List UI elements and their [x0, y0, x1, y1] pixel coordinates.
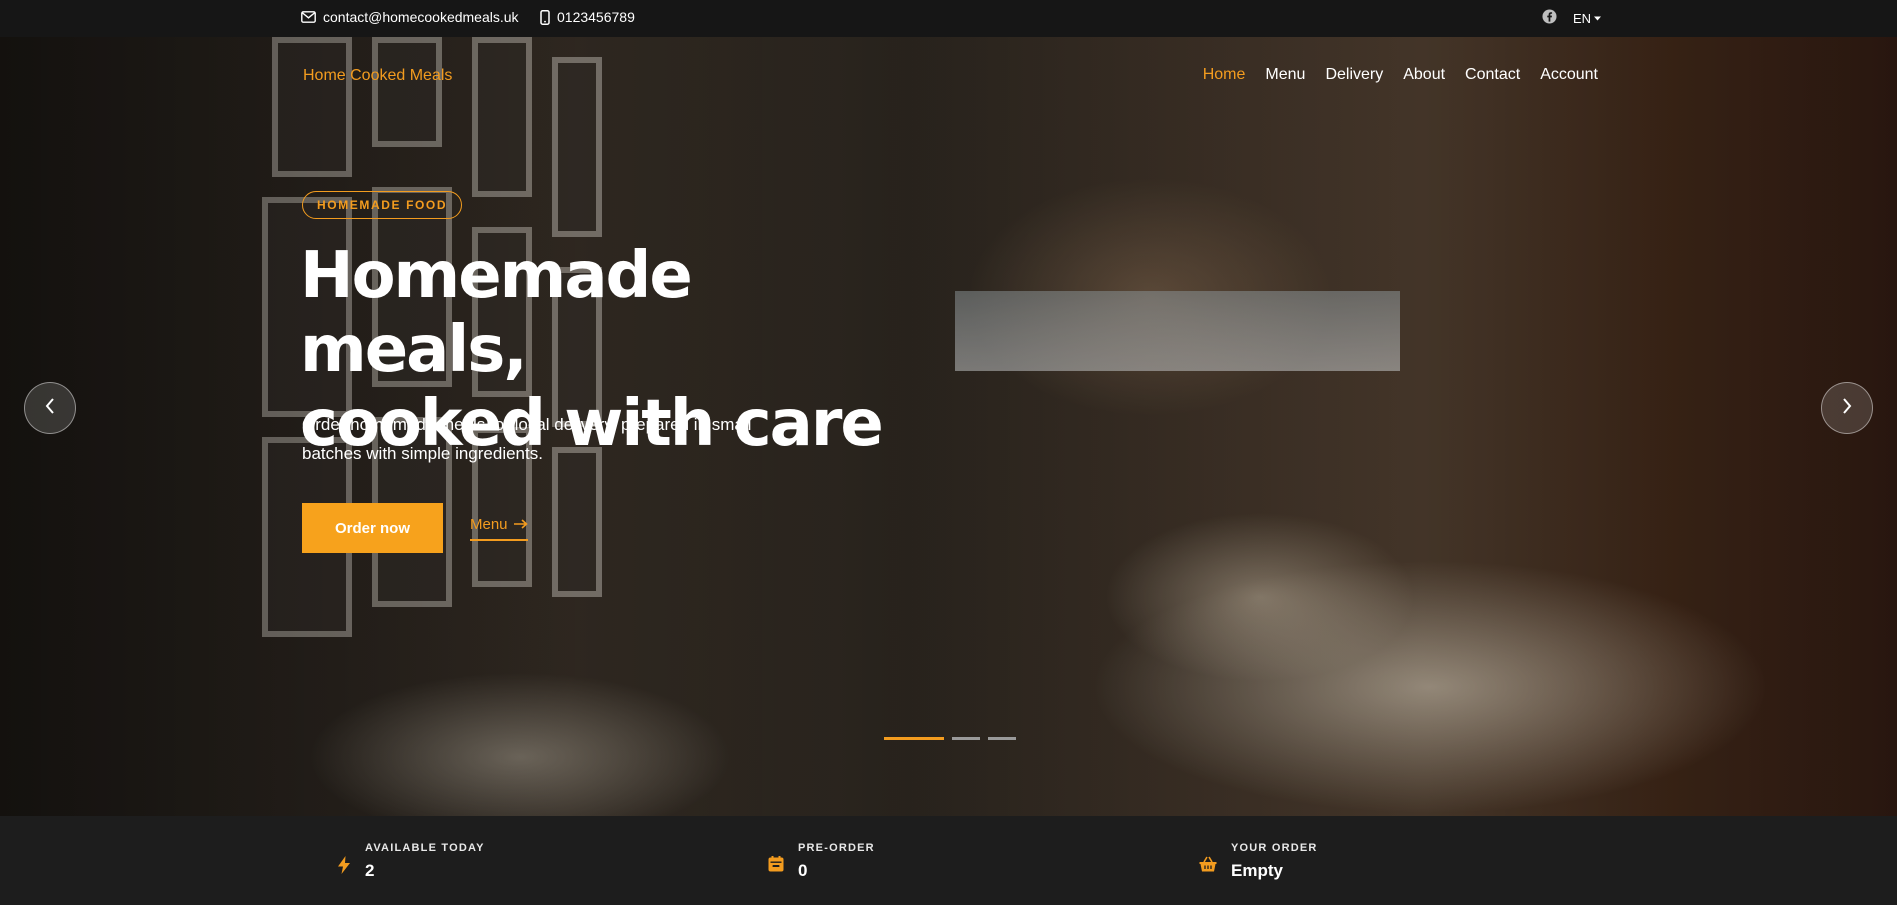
- mobile-phone-icon: [540, 9, 550, 25]
- stat-label: PRE-ORDER: [798, 842, 875, 854]
- carousel-prev-button[interactable]: [24, 382, 76, 434]
- nav-home[interactable]: Home: [1203, 66, 1246, 84]
- nav-menu[interactable]: Menu: [1265, 66, 1305, 84]
- stat-label: YOUR ORDER: [1231, 842, 1318, 854]
- top-bar: contact@homecookedmeals.uk 0123456789 EN: [0, 0, 1897, 37]
- contact-phone[interactable]: 0123456789: [540, 9, 635, 25]
- facebook-icon[interactable]: [1542, 9, 1557, 24]
- calendar-icon: [768, 856, 784, 877]
- stats-bar: AVAILABLE TODAY 2 PRE-ORDER 0 YOUR ORDER…: [0, 816, 1897, 905]
- stat-value: Empty: [1231, 861, 1283, 880]
- stat-value: 2: [365, 861, 375, 880]
- language-selector[interactable]: EN: [1573, 11, 1602, 26]
- brand-logo[interactable]: Home Cooked Meals: [303, 67, 452, 85]
- hero-carousel: Home Cooked Meals Home Menu Delivery Abo…: [0, 37, 1897, 816]
- carousel-next-button[interactable]: [1821, 382, 1873, 434]
- chevron-right-icon: [1841, 397, 1853, 420]
- hero-subtitle: Order homemade meals for local delivery,…: [302, 415, 752, 463]
- language-label[interactable]: EN: [1573, 11, 1591, 26]
- carousel-indicators: [884, 737, 1016, 740]
- stat-label: AVAILABLE TODAY: [365, 842, 485, 854]
- order-now-button[interactable]: Order now: [302, 503, 443, 553]
- stat-value: 0: [798, 861, 808, 880]
- stat-available-today: AVAILABLE TODAY 2: [337, 842, 485, 881]
- nav-delivery[interactable]: Delivery: [1325, 66, 1383, 84]
- envelope-icon: [301, 11, 316, 23]
- stat-your-order[interactable]: YOUR ORDER Empty: [1199, 842, 1318, 881]
- hero-title-line-1: Homemade meals,: [300, 239, 693, 387]
- chevron-left-icon: [44, 397, 56, 420]
- nav-about[interactable]: About: [1403, 66, 1445, 84]
- stat-pre-order: PRE-ORDER 0: [768, 842, 875, 881]
- phone-text[interactable]: 0123456789: [557, 9, 635, 25]
- nav-contact[interactable]: Contact: [1465, 66, 1520, 84]
- menu-link[interactable]: Menu: [470, 516, 528, 541]
- carousel-indicator-1[interactable]: [884, 737, 944, 740]
- email-text[interactable]: contact@homecookedmeals.uk: [323, 9, 519, 25]
- contact-email[interactable]: contact@homecookedmeals.uk: [301, 9, 519, 25]
- carousel-indicator-2[interactable]: [952, 737, 980, 740]
- menu-link-label[interactable]: Menu: [470, 516, 508, 533]
- carousel-indicator-3[interactable]: [988, 737, 1016, 740]
- nav-account[interactable]: Account: [1540, 66, 1598, 84]
- arrow-right-icon: [513, 516, 528, 533]
- main-nav: Home Menu Delivery About Contact Account: [1203, 66, 1598, 84]
- lightning-icon: [337, 856, 351, 879]
- caret-down-icon: [1594, 16, 1602, 21]
- basket-icon: [1199, 856, 1217, 877]
- hero-badge: HOMEMADE FOOD: [302, 191, 463, 219]
